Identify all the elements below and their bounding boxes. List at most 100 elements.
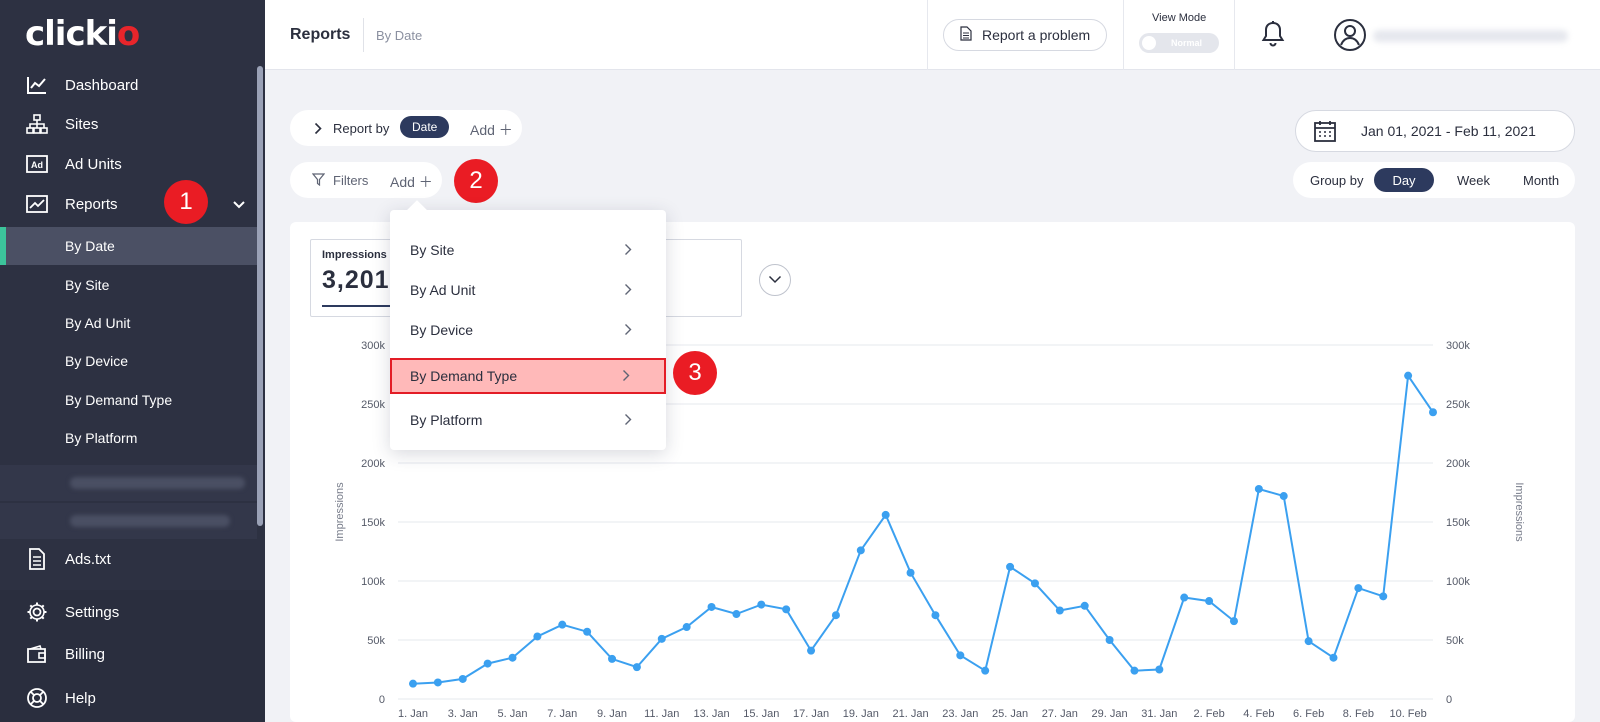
sidebar-subitem-by-date[interactable]: By Date	[0, 227, 257, 265]
y2-tick-label: 250k	[1446, 399, 1470, 411]
data-point	[1155, 665, 1164, 674]
y-tick-label: 50k	[367, 635, 385, 647]
data-point	[931, 611, 940, 620]
view-mode-value: Normal	[1171, 38, 1203, 48]
chevron-down-icon	[232, 197, 246, 214]
sidebar-subitem-by-site[interactable]: By Site	[0, 266, 257, 304]
sidebar-subitem-by-demand-type[interactable]: By Demand Type	[0, 381, 257, 419]
data-point	[757, 600, 766, 609]
sidebar-item-label: Settings	[65, 603, 120, 621]
sidebar-subitem-by-ad-unit[interactable]: By Ad Unit	[0, 304, 257, 342]
y-tick-label: 200k	[361, 458, 385, 470]
y-tick-label: 0	[379, 694, 385, 706]
blurred-sidebar-item[interactable]	[0, 465, 257, 501]
chevron-right-icon	[624, 243, 632, 259]
x-tick-label: 17. Jan	[793, 708, 829, 720]
gear-icon	[26, 601, 48, 623]
data-point	[1030, 579, 1039, 588]
clickio-logo[interactable]: clickio	[25, 14, 140, 54]
dropdown-caret	[407, 200, 427, 220]
sidebar-item-label: Billing	[65, 645, 106, 663]
report-problem-button[interactable]: Report a problem	[943, 19, 1107, 51]
sidebar-subitem-by-platform[interactable]: By Platform	[0, 419, 257, 457]
dropdown-item-by-platform[interactable]: By Platform	[390, 402, 666, 438]
sidebar-item-help[interactable]: Help	[0, 679, 262, 717]
sitemap-icon	[26, 113, 48, 135]
header-divider	[927, 0, 928, 70]
data-point	[956, 651, 965, 660]
sidebar-item-label: Reports	[65, 195, 118, 213]
data-point	[732, 610, 741, 619]
svg-text:Ad: Ad	[31, 160, 43, 170]
sidebar-subitem-by-device[interactable]: By Device	[0, 342, 257, 380]
data-point	[1254, 484, 1263, 493]
data-point	[1279, 492, 1288, 501]
y2-tick-label: 200k	[1446, 458, 1470, 470]
user-name-blurred[interactable]	[1373, 30, 1568, 42]
group-by-day-button[interactable]: Day	[1374, 168, 1434, 192]
y-tick-label: 150k	[361, 517, 385, 529]
sidebar-item-label: Help	[65, 689, 96, 707]
sidebar-item-sites[interactable]: Sites	[0, 105, 262, 143]
reports-icon	[26, 193, 48, 215]
dropdown-item-by-demand-type[interactable]: By Demand Type	[390, 358, 666, 394]
dropdown-item-label: By Demand Type	[410, 368, 518, 384]
report-by-label: Report by	[333, 121, 390, 136]
x-tick-label: 19. Jan	[843, 708, 879, 720]
group-by-month-button[interactable]: Month	[1523, 173, 1559, 188]
report-by-control: Report by Date Add ＋	[290, 110, 522, 146]
group-by-week-button[interactable]: Week	[1457, 173, 1490, 188]
x-tick-label: 27. Jan	[1042, 708, 1078, 720]
sidebar-item-ads-txt[interactable]: Ads.txt	[0, 540, 262, 578]
dropdown-item-by-ad-unit[interactable]: By Ad Unit	[390, 272, 666, 308]
data-point	[782, 605, 791, 614]
dropdown-item-by-device[interactable]: By Device	[390, 312, 666, 348]
y2-tick-label: 50k	[1446, 635, 1464, 647]
report-by-date-chip[interactable]: Date	[400, 116, 450, 138]
sidebar-item-settings[interactable]: Settings	[0, 593, 262, 631]
data-point	[1105, 636, 1114, 644]
sidebar: clickio Dashboard Sites Ad Ad Units Repo…	[0, 0, 265, 722]
filters-add-button[interactable]: Add ＋	[390, 172, 433, 192]
report-by-add-button[interactable]: Add ＋	[470, 120, 513, 140]
chevron-right-icon[interactable]	[314, 122, 322, 138]
wallet-icon	[26, 643, 48, 665]
blurred-sidebar-item[interactable]	[0, 503, 257, 539]
user-avatar-icon[interactable]	[1333, 18, 1367, 57]
group-by-label: Group by	[1310, 173, 1364, 188]
y2-tick-label: 0	[1446, 694, 1452, 706]
dropdown-item-label: By Device	[410, 322, 474, 338]
sidebar-item-billing[interactable]: Billing	[0, 635, 262, 673]
view-mode-toggle[interactable]: Normal	[1139, 33, 1219, 53]
dropdown-item-label: By Ad Unit	[410, 282, 476, 298]
date-range-picker[interactable]: Jan 01, 2021 - Feb 11, 2021	[1295, 110, 1575, 152]
top-header: Reports By Date Report a problem View Mo…	[265, 0, 1600, 70]
y2-tick-label: 300k	[1446, 340, 1470, 352]
sidebar-item-reports[interactable]: Reports	[0, 185, 262, 223]
document-icon	[960, 26, 972, 44]
sidebar-item-ad-units[interactable]: Ad Ad Units	[0, 145, 262, 183]
data-point	[1429, 408, 1437, 417]
x-tick-label: 29. Jan	[1092, 708, 1128, 720]
x-tick-label: 25. Jan	[992, 708, 1028, 720]
y-tick-label: 300k	[361, 340, 385, 352]
header-separator	[363, 18, 364, 52]
dropdown-item-by-site[interactable]: By Site	[390, 232, 666, 268]
x-tick-label: 8. Feb	[1343, 708, 1374, 720]
sidebar-subitem-label: By Platform	[65, 430, 138, 446]
group-by-control: Group by Day Week Month	[1293, 162, 1575, 198]
sidebar-item-label: Ads.txt	[65, 550, 111, 568]
y-tick-label: 100k	[361, 576, 385, 588]
bell-icon[interactable]	[1261, 20, 1285, 53]
data-point	[1055, 606, 1064, 615]
dropdown-item-label: By Site	[410, 242, 455, 258]
data-point	[533, 632, 542, 641]
data-point	[483, 659, 492, 668]
dashboard-icon	[26, 74, 48, 96]
x-tick-label: 2. Feb	[1194, 708, 1225, 720]
data-point	[707, 602, 716, 611]
sidebar-item-dashboard[interactable]: Dashboard	[0, 66, 262, 104]
sidebar-scrollbar[interactable]	[257, 66, 263, 526]
breadcrumb: By Date	[376, 28, 423, 43]
chevron-right-icon	[624, 413, 632, 429]
